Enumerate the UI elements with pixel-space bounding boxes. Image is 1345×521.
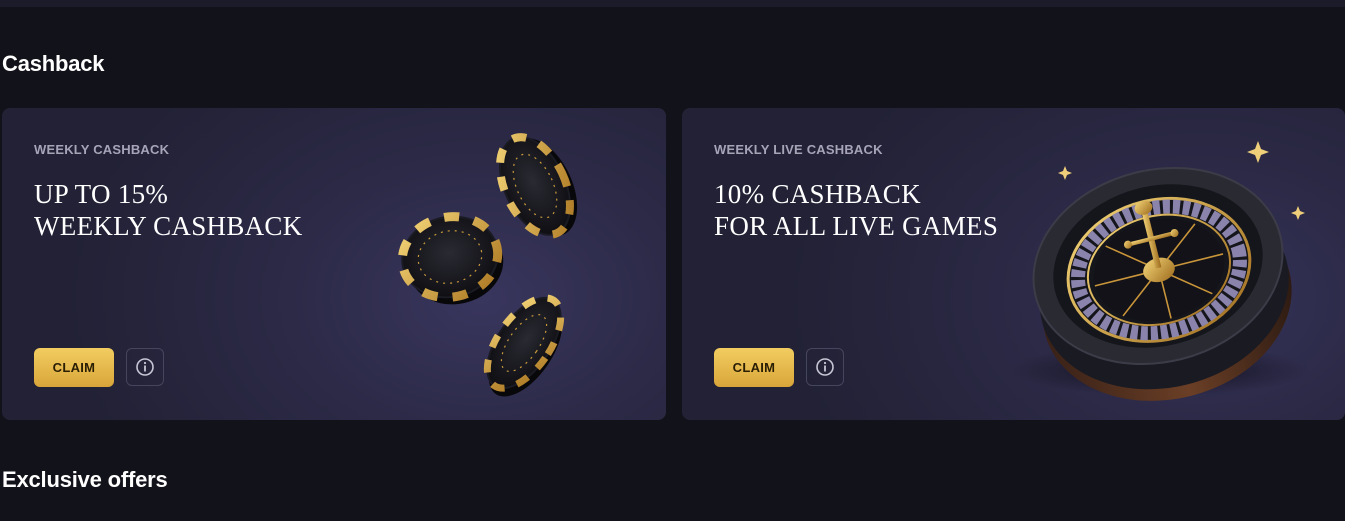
top-bar [0,0,1345,7]
info-button[interactable] [806,348,844,386]
card-eyebrow: WEEKLY CASHBACK [34,142,170,157]
card-headline-line2: WEEKLY CASHBACK [34,211,303,241]
claim-button[interactable]: CLAIM [34,348,114,387]
info-button[interactable] [126,348,164,386]
card-headline-line1: UP TO 15% [34,179,169,209]
card-headline: UP TO 15% WEEKLY CASHBACK [34,178,303,242]
promo-card-weekly-cashback: WEEKLY CASHBACK UP TO 15% WEEKLY CASHBAC… [2,108,666,420]
card-headline: 10% CASHBACK FOR ALL LIVE GAMES [714,178,998,242]
card-headline-line1: 10% CASHBACK [714,179,921,209]
promo-card-weekly-live-cashback: WEEKLY LIVE CASHBACK 10% CASHBACK FOR AL… [682,108,1345,420]
claim-button[interactable]: CLAIM [714,348,794,387]
section-title-cashback: Cashback [2,51,105,76]
card-eyebrow: WEEKLY LIVE CASHBACK [714,142,883,157]
info-icon [816,358,834,376]
card-headline-line2: FOR ALL LIVE GAMES [714,211,999,241]
section-title-exclusive-offers: Exclusive offers [2,467,168,492]
info-icon [136,358,154,376]
